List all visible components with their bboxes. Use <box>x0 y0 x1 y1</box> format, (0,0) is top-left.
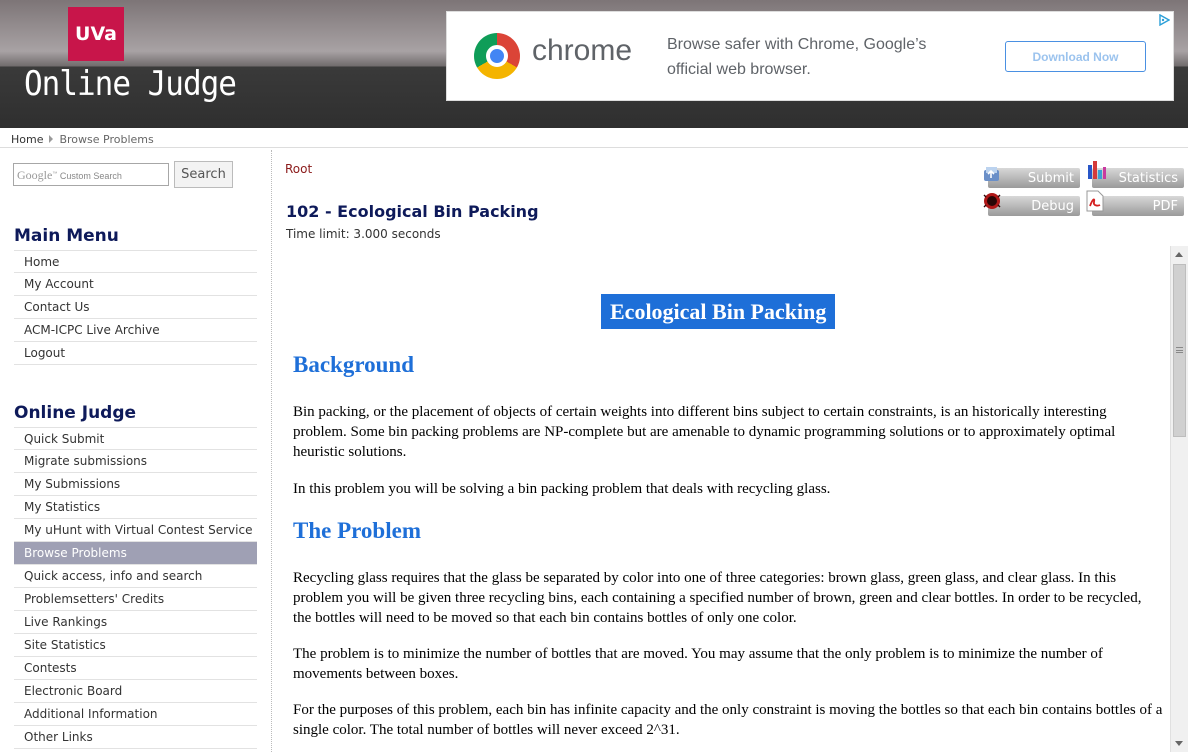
main-menu: Home My Account Contact Us ACM-ICPC Live… <box>14 250 257 365</box>
online-judge-menu-title: Online Judge <box>14 403 137 423</box>
uva-logo[interactable]: UVa <box>68 7 124 61</box>
time-limit: Time limit: 3.000 seconds <box>286 227 441 241</box>
breadcrumb-home[interactable]: Home <box>11 133 43 146</box>
chrome-logo-icon <box>474 33 520 79</box>
logo-text: UVa <box>75 23 117 45</box>
background-paragraph-2: In this problem you will be solving a bi… <box>293 481 831 497</box>
submit-icon <box>982 164 1002 184</box>
problem-heading: The Problem <box>293 518 421 543</box>
site-title[interactable]: Online Judge <box>24 65 237 104</box>
breadcrumb-current[interactable]: Browse Problems <box>59 133 153 146</box>
menu-item-electronic-board[interactable]: Electronic Board <box>14 680 257 703</box>
problem-statement: Ecological Bin Packing Background Bin pa… <box>284 246 1168 752</box>
scroll-down-arrow-icon[interactable] <box>1175 741 1183 746</box>
menu-item-uhunt[interactable]: My uHunt with Virtual Contest Service <box>14 519 257 542</box>
menu-item-problemsetters-credits[interactable]: Problemsetters' Credits <box>14 588 257 611</box>
google-label: Google <box>17 168 53 182</box>
menu-item-my-statistics[interactable]: My Statistics <box>14 496 257 519</box>
menu-item-quick-access[interactable]: Quick access, info and search <box>14 565 257 588</box>
problem-paragraph-2: The problem is to minimize the number of… <box>293 646 1103 682</box>
main-menu-title: Main Menu <box>14 226 119 246</box>
menu-item-logout[interactable]: Logout <box>14 342 257 365</box>
problem-statement-frame[interactable]: Ecological Bin Packing Background Bin pa… <box>284 246 1188 752</box>
scrollbar-thumb[interactable] <box>1173 264 1186 437</box>
problem-title: 102 - Ecological Bin Packing <box>286 202 539 221</box>
search-input[interactable]: Google™ Custom Search <box>13 163 169 186</box>
menu-item-contact-us[interactable]: Contact Us <box>14 296 257 319</box>
vertical-scrollbar[interactable] <box>1170 246 1188 752</box>
pdf-label: PDF <box>1152 199 1178 214</box>
chrome-ad-banner[interactable]: chrome Browse safer with Chrome, Google’… <box>446 11 1174 101</box>
background-heading: Background <box>293 352 415 377</box>
submit-label: Submit <box>1027 171 1074 186</box>
statement-title: Ecological Bin Packing <box>601 294 836 329</box>
ad-text: Browse safer with Chrome, Google’s offic… <box>667 36 927 78</box>
menu-item-additional-information[interactable]: Additional Information <box>14 703 257 726</box>
debug-label: Debug <box>1031 199 1074 214</box>
menu-item-live-rankings[interactable]: Live Rankings <box>14 611 257 634</box>
problem-paragraph-1: Recycling glass requires that the glass … <box>293 570 1142 626</box>
adchoices-icon[interactable] <box>1158 13 1171 27</box>
menu-item-other-links[interactable]: Other Links <box>14 726 257 749</box>
online-judge-menu: Quick Submit Migrate submissions My Subm… <box>14 427 257 749</box>
root-link[interactable]: Root <box>285 162 312 176</box>
scroll-up-arrow-icon[interactable] <box>1175 252 1183 257</box>
pdf-icon <box>1086 190 1106 212</box>
menu-item-quick-submit[interactable]: Quick Submit <box>14 427 257 450</box>
problem-paragraph-3: For the purposes of this problem, each b… <box>293 702 1163 738</box>
breadcrumb-arrow-icon <box>49 135 54 143</box>
breadcrumb: Home Browse Problems <box>0 128 1188 148</box>
menu-item-migrate-submissions[interactable]: Migrate submissions <box>14 450 257 473</box>
menu-item-my-account[interactable]: My Account <box>14 273 257 296</box>
menu-item-site-statistics[interactable]: Site Statistics <box>14 634 257 657</box>
ad-brand: chrome <box>532 34 633 67</box>
sidebar: Google™ Custom Search Search Main Menu H… <box>0 150 272 752</box>
statistics-label: Statistics <box>1118 171 1178 186</box>
debug-bug-icon <box>982 191 1002 211</box>
download-now-button[interactable]: Download Now <box>1005 41 1146 72</box>
site-header: UVa Online Judge chrome Browse safer wit… <box>0 0 1188 128</box>
scroll-grip-icon <box>1176 347 1183 353</box>
main-content: Root 102 - Ecological Bin Packing Time l… <box>272 150 1188 752</box>
menu-item-home[interactable]: Home <box>14 250 257 273</box>
search-button[interactable]: Search <box>174 161 233 188</box>
menu-item-my-submissions[interactable]: My Submissions <box>14 473 257 496</box>
menu-item-contests[interactable]: Contests <box>14 657 257 680</box>
menu-item-browse-problems[interactable]: Browse Problems <box>14 542 257 565</box>
search-placeholder: Custom Search <box>59 171 122 181</box>
menu-item-live-archive[interactable]: ACM-ICPC Live Archive <box>14 319 257 342</box>
statistics-icon <box>1087 161 1107 181</box>
background-paragraph-1: Bin packing, or the placement of objects… <box>293 404 1116 460</box>
